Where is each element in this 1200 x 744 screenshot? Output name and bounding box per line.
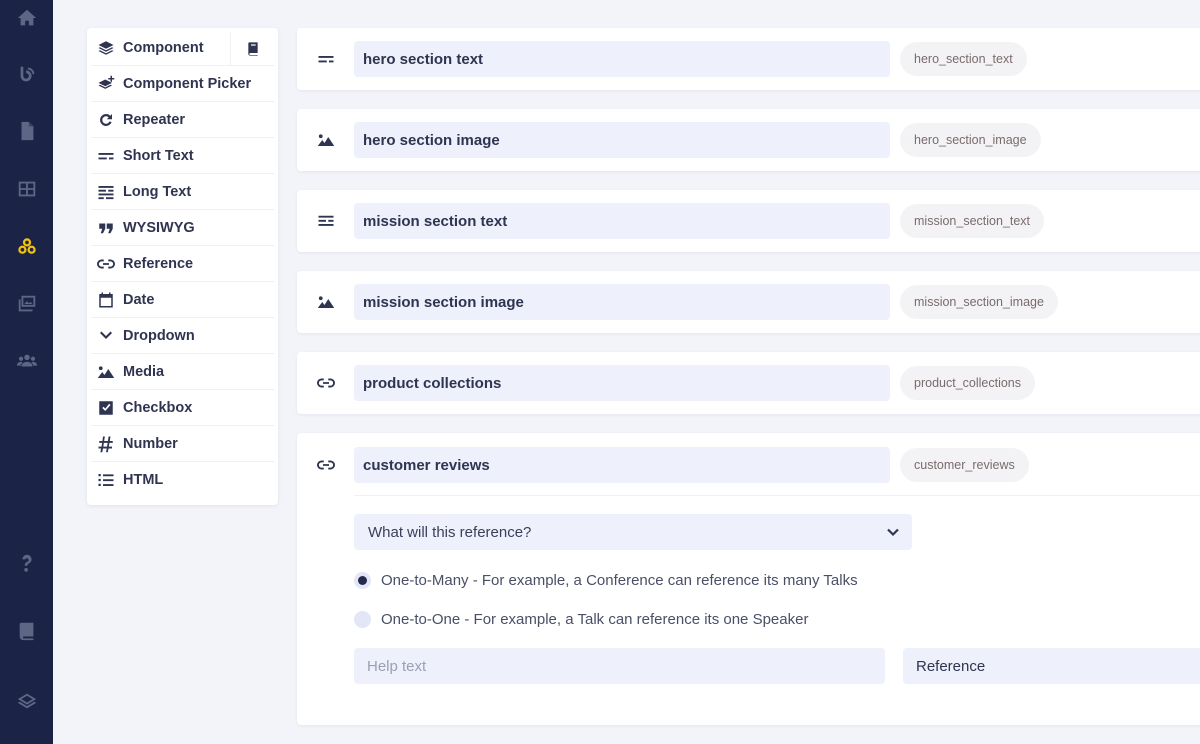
radio-label: One-to-Many - For example, a Conference … [381,571,858,589]
list-icon [95,469,117,491]
field-key-badge: hero_section_image [900,123,1041,157]
field-card[interactable]: hero section text hero_section_text [297,28,1200,90]
long-text-icon [95,181,117,203]
field-key-badge: customer_reviews [900,448,1029,482]
home-icon[interactable] [0,0,53,36]
docs-book-icon[interactable] [230,32,274,66]
image-icon [315,291,337,313]
blog-icon[interactable] [0,57,53,93]
layers-icon[interactable] [0,683,53,719]
field-name-input[interactable]: mission section text [354,203,890,239]
chevron-down-icon [95,325,117,347]
chevron-down-icon [886,525,900,539]
repeat-icon [95,109,117,131]
field-name-input[interactable]: customer reviews [354,447,890,483]
radio-button-selected[interactable] [354,571,371,589]
picker-item-date[interactable]: Date [91,282,274,318]
quote-icon [95,217,117,239]
picker-item-component[interactable]: Component [91,30,274,66]
picker-item-label: Date [123,291,155,308]
picker-item-reference[interactable]: Reference [91,246,274,282]
link-icon [95,253,117,275]
image-icon [315,129,337,151]
field-key-badge: mission_section_image [900,285,1058,319]
media-icon[interactable] [0,286,53,322]
picker-item-label: Component Picker [123,75,252,92]
picker-item-dropdown[interactable]: Dropdown [91,318,274,354]
checkbox-icon [95,397,117,419]
select-label: What will this reference? [368,523,532,541]
field-name-input[interactable]: hero section image [354,122,890,158]
picker-item-media[interactable]: Media [91,354,274,390]
stack-plus-icon [95,73,117,95]
image-icon [95,361,117,383]
picker-item-component-picker[interactable]: Component Picker [91,66,274,102]
picker-item-repeater[interactable]: Repeater [91,102,274,138]
layout-icon[interactable] [0,171,53,207]
divider [354,495,1200,496]
field-card[interactable]: hero section image hero_section_image [297,109,1200,171]
field-card[interactable]: mission section text mission_section_tex… [297,190,1200,252]
picker-item-label: Checkbox [123,399,193,416]
long-text-icon [315,210,337,232]
field-name-input[interactable]: mission section image [354,284,890,320]
field-key-badge: hero_section_text [900,42,1027,76]
components-icon[interactable] [0,229,53,265]
calendar-icon [95,289,117,311]
field-card[interactable]: mission section image mission_section_im… [297,271,1200,333]
field-name-input[interactable]: hero section text [354,41,890,77]
field-key-badge: product_collections [900,366,1036,400]
link-icon [315,372,337,394]
picker-item-label: Dropdown [123,327,195,344]
reference-type-select[interactable]: What will this reference? [354,514,912,550]
docs-icon[interactable] [0,613,53,649]
radio-button[interactable] [354,610,371,628]
picker-item-html[interactable]: HTML [91,462,274,498]
picker-item-checkbox[interactable]: Checkbox [91,390,274,426]
page-icon[interactable] [0,113,53,149]
users-icon[interactable] [0,343,53,379]
picker-item-label: Short Text [123,147,194,164]
picker-item-label: WYSIWYG [123,219,195,236]
left-nav-rail [0,0,53,744]
picker-item-label: Media [123,363,165,380]
picker-item-label: Component [123,39,204,56]
field-key-badge: mission_section_text [900,204,1045,238]
radio-label: One-to-One - For example, a Talk can ref… [381,610,809,628]
picker-item-label: Long Text [123,183,192,200]
field-name-input[interactable]: product collections [354,365,890,401]
help-icon[interactable] [0,545,53,581]
picker-item-number[interactable]: Number [91,426,274,462]
short-text-icon [315,48,337,70]
field-type-picker: Component Component Picker Repeater Shor… [87,28,278,505]
picker-item-label: Reference [123,255,194,272]
field-card[interactable]: product collections product_collections [297,352,1200,414]
radio-one-to-many[interactable]: One-to-Many - For example, a Conference … [354,569,858,591]
picker-item-long-text[interactable]: Long Text [91,174,274,210]
radio-one-to-one[interactable]: One-to-One - For example, a Talk can ref… [354,608,808,630]
picker-item-short-text[interactable]: Short Text [91,138,274,174]
field-type-input[interactable]: Reference [903,648,1200,684]
picker-item-label: Repeater [123,111,186,128]
help-text-input[interactable]: Help text [354,648,885,684]
picker-item-wysiwyg[interactable]: WYSIWYG [91,210,274,246]
link-icon [315,454,337,476]
picker-item-label: HTML [123,472,164,488]
short-text-icon [95,145,117,167]
field-card-expanded[interactable]: customer reviews customer_reviews What w… [297,433,1200,725]
stack-icon [95,37,117,59]
hash-icon [95,433,117,455]
picker-item-label: Number [123,435,178,452]
